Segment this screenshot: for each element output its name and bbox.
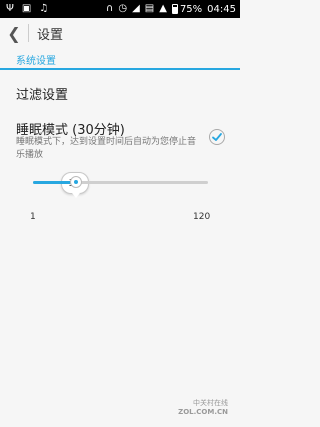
page-title: 设置	[37, 27, 64, 43]
headphones-icon: ∩	[106, 3, 114, 14]
slider-thumb[interactable]	[70, 176, 82, 188]
action-bar: ❮ 设置	[0, 18, 240, 48]
slider-max-label: 120	[193, 212, 211, 222]
watermark-line2: ZOL.COM.CN	[178, 408, 228, 416]
signal-icon: ▲	[159, 3, 167, 14]
usb-icon: Ψ	[6, 3, 14, 14]
slider-min-label: 1	[30, 212, 36, 222]
battery-percent: 75%	[179, 3, 203, 15]
sleep-timer-slider[interactable]	[33, 176, 208, 188]
image-icon: ▣	[21, 3, 32, 14]
section-header: 系统设置	[0, 48, 240, 70]
sleep-mode-description: 睡眠模式下，达到设置时间后自动为您停止音乐播放	[16, 137, 197, 160]
filter-settings-item[interactable]: 过滤设置	[16, 84, 68, 103]
back-arrow-icon: ❮	[7, 23, 21, 43]
battery-indicator: 75%	[171, 3, 203, 15]
sim-icon: ▤	[144, 3, 155, 14]
check-icon	[212, 133, 222, 141]
status-bar: Ψ ▣ ♫ ∩ ◷ ◢ ▤ ▲ 75% 04:45	[0, 0, 240, 18]
back-button[interactable]: ❮	[0, 18, 28, 48]
wifi-icon: ◢	[132, 3, 140, 14]
alarm-icon: ◷	[118, 3, 128, 14]
sleep-mode-checkbox[interactable]	[209, 129, 225, 145]
music-icon: ♫	[39, 3, 49, 14]
watermark-line1: 中关村在线	[193, 399, 228, 407]
clock: 04:45	[207, 3, 236, 15]
divider	[28, 24, 29, 42]
section-title: 系统设置	[16, 56, 56, 67]
battery-icon	[171, 4, 178, 14]
